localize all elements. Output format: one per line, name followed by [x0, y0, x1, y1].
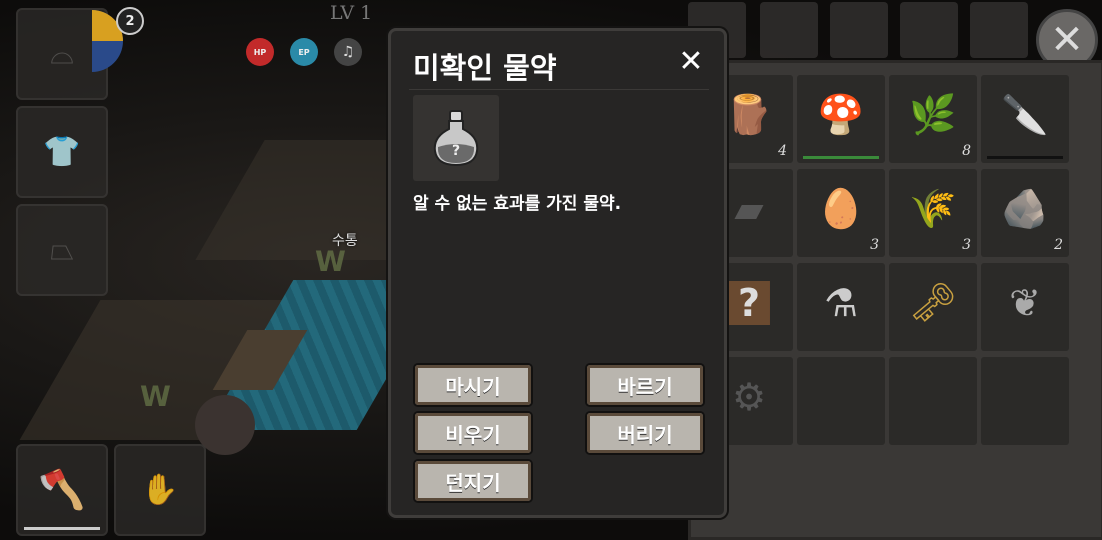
hat-icon: ⌓	[50, 36, 74, 72]
item-detail-dialog: 미확인 물약 ✕ ? 알 수 없는 효과를 가진 물약. 마시기 바르기 비우기…	[388, 28, 727, 518]
durability-bar	[24, 527, 100, 530]
ground-item-label: 수통	[332, 233, 358, 249]
freshness-bar	[803, 156, 879, 159]
legs-equipment-slot[interactable]: ⏢	[16, 204, 108, 296]
shirt-icon: 👕	[43, 134, 81, 170]
inventory-slot[interactable]: ⚗	[797, 263, 885, 351]
glove-icon: ✋	[141, 472, 179, 508]
inventory-slot[interactable]	[981, 357, 1069, 445]
unknown-scroll-icon: ?	[727, 281, 771, 326]
throw-button-label: 던지기	[445, 470, 501, 495]
tab-tools[interactable]	[900, 2, 958, 58]
tab-food[interactable]	[830, 2, 888, 58]
potion-icon: ?	[433, 110, 479, 167]
item-count: 4	[778, 143, 787, 159]
inventory-slot[interactable]: 🍄	[797, 75, 885, 163]
inventory-slot[interactable]	[797, 357, 885, 445]
potion-icon: ⚗	[823, 281, 859, 326]
knife-icon: 🔪	[1001, 92, 1049, 137]
inventory-slot[interactable]: 🔪	[981, 75, 1069, 163]
straw-bundle-icon: 🌾	[909, 186, 957, 231]
item-description: 알 수 없는 효과를 가진 물약.	[413, 194, 622, 214]
gear-icon: ⚙	[731, 375, 767, 420]
inventory-slot[interactable]: 🪨 2	[981, 169, 1069, 257]
grass-decoration: 𝗪	[140, 380, 171, 413]
skirt-icon: ⏢	[50, 232, 74, 268]
svg-text:?: ?	[452, 143, 460, 159]
tab-bag[interactable]	[760, 2, 818, 58]
apply-button-label: 바르기	[617, 374, 673, 399]
discard-button[interactable]: 버리기	[585, 411, 705, 455]
inventory-slot[interactable]	[889, 357, 977, 445]
divider	[409, 89, 709, 90]
mushroom-icon: 🍄	[817, 92, 865, 137]
hp-icon: HP	[246, 38, 274, 66]
empty-button[interactable]: 비우기	[413, 411, 533, 455]
empty-button-label: 비우기	[445, 422, 501, 447]
stone-icon: 🥚	[817, 186, 865, 231]
music-icon: ♫	[334, 38, 362, 66]
stick-icon: 🌿	[909, 92, 957, 137]
item-preview: ?	[413, 95, 499, 181]
drink-button[interactable]: 마시기	[413, 363, 533, 407]
item-title: 미확인 물약	[413, 51, 557, 85]
inventory-slot[interactable]: 🗝	[889, 263, 977, 351]
inventory-slot[interactable]: 🌿 8	[889, 75, 977, 163]
ingot-icon: ▰	[734, 187, 764, 232]
weapon-slot[interactable]: 🪓	[16, 444, 108, 536]
close-icon[interactable]: ✕	[673, 43, 709, 79]
log-icon: 🪵	[725, 92, 773, 137]
body-equipment-slot[interactable]: 👕	[16, 106, 108, 198]
player-level: LV 1	[330, 2, 373, 24]
rock-icon: 🪨	[1001, 186, 1049, 231]
inventory-slot[interactable]: 🌾 3	[889, 169, 977, 257]
apply-button[interactable]: 바르기	[585, 363, 705, 407]
item-count: 3	[962, 237, 971, 253]
drink-button-label: 마시기	[445, 374, 501, 399]
key-icon: 🗝	[908, 280, 958, 325]
item-count: 8	[962, 143, 971, 159]
fire-icon: ❦	[1009, 281, 1041, 326]
ep-icon: EP	[290, 38, 318, 66]
throw-button[interactable]: 던지기	[413, 459, 533, 503]
item-count: 3	[870, 237, 879, 253]
offhand-slot[interactable]: ✋	[114, 444, 206, 536]
notification-badge: 2	[116, 7, 144, 35]
durability-bar	[987, 156, 1063, 159]
inventory-slot[interactable]: 🥚 3	[797, 169, 885, 257]
axe-icon: 🪓	[38, 467, 86, 512]
discard-button-label: 버리기	[617, 422, 673, 447]
tab-misc[interactable]	[970, 2, 1028, 58]
item-count: 2	[1054, 237, 1063, 253]
inventory-slot[interactable]: ❦	[981, 263, 1069, 351]
inventory-panel: 🪵 4 🍄 🌿 8 🔪 ▰ 🥚 3 🌾 3 🪨 2 ? ⚗ 🗝 ❦ ⚙	[688, 60, 1102, 540]
